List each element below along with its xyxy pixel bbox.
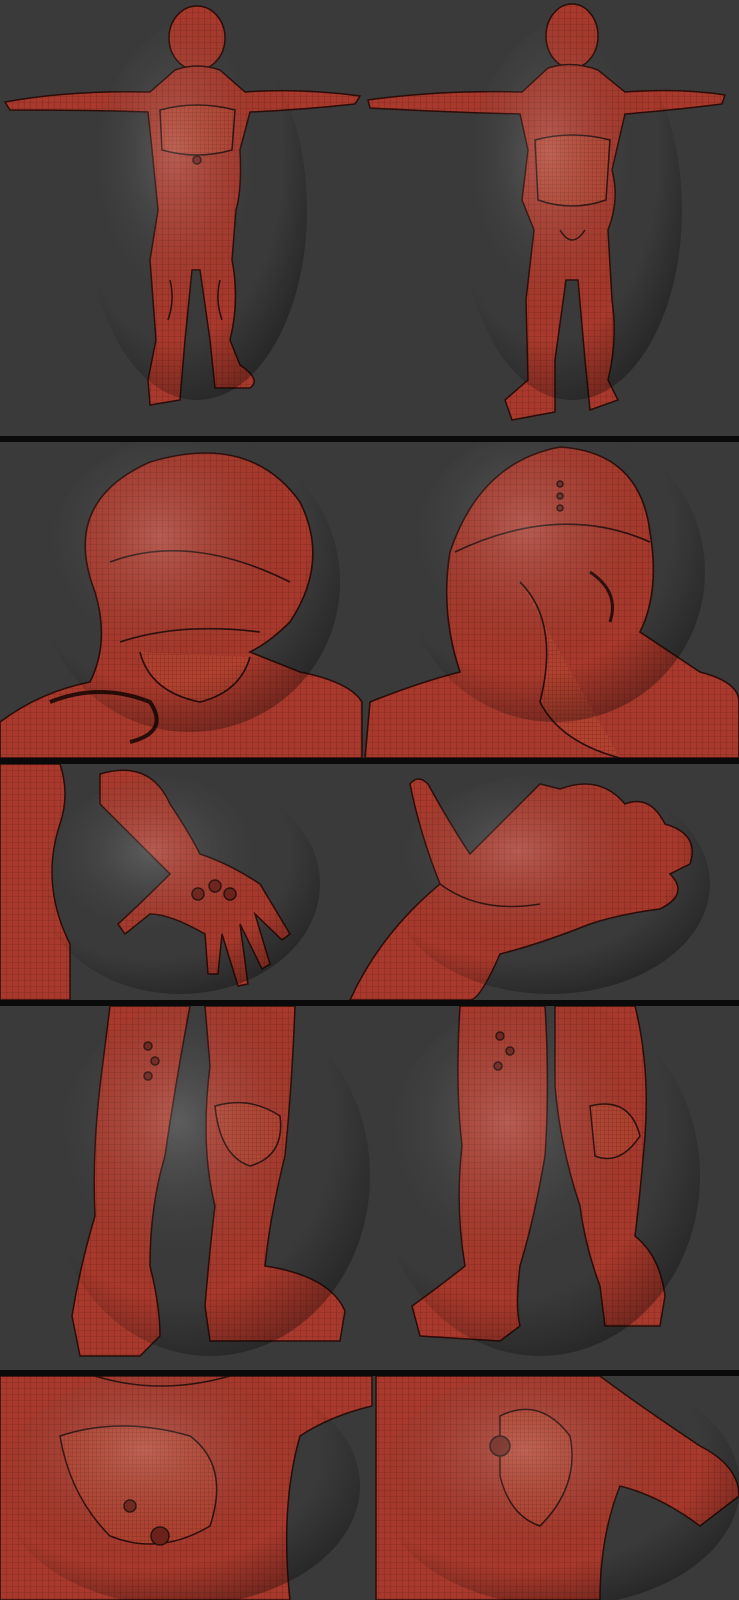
legs-render xyxy=(0,1006,739,1370)
full-body-render xyxy=(0,0,739,436)
turnaround-sheet xyxy=(0,0,739,1600)
panel-legs xyxy=(0,1006,739,1370)
panel-head xyxy=(0,442,739,758)
head-render xyxy=(0,442,739,758)
panel-hands xyxy=(0,764,739,1000)
panel-torso xyxy=(0,1376,739,1600)
torso-render xyxy=(0,1376,739,1600)
hands-render xyxy=(0,764,739,1000)
panel-full-body xyxy=(0,0,739,436)
